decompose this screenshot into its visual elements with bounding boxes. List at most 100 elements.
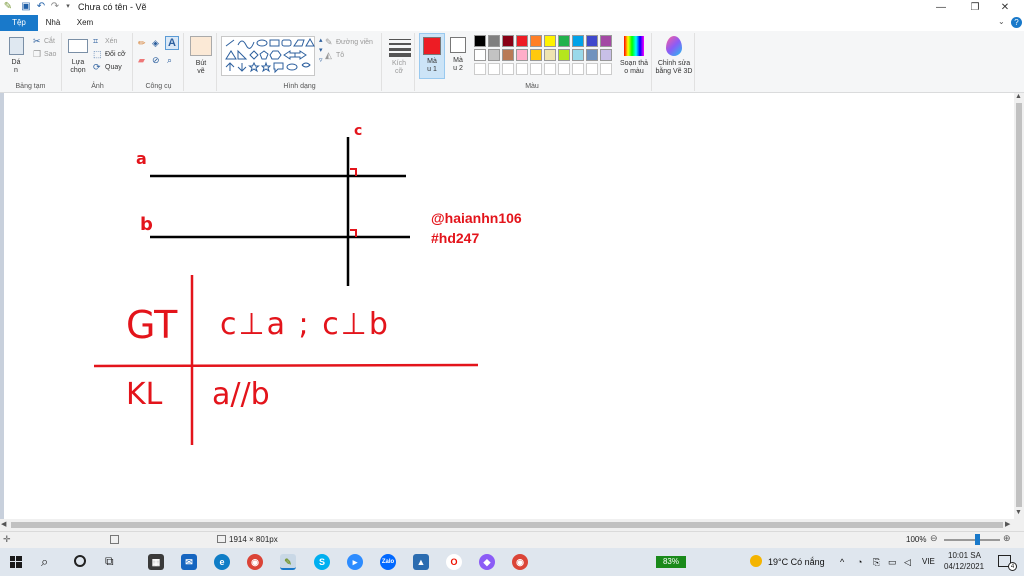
palette-empty-swatch[interactable] bbox=[544, 63, 556, 75]
size-button-line2[interactable]: cỡ bbox=[387, 68, 411, 76]
fill-dropdown[interactable]: Tô bbox=[336, 52, 344, 60]
resize-icon[interactable]: ⬚ bbox=[93, 49, 102, 59]
help-icon[interactable]: ? bbox=[1011, 17, 1022, 28]
select-icon[interactable] bbox=[68, 39, 88, 53]
select-button-line2[interactable]: chọn bbox=[65, 67, 91, 75]
pencil-icon[interactable]: ✏ bbox=[138, 38, 146, 48]
cut-icon[interactable]: ✂ bbox=[33, 36, 41, 46]
zoom-out-icon[interactable]: ⊖ bbox=[930, 533, 938, 544]
size-button[interactable]: Kích bbox=[387, 60, 411, 68]
palette-swatch[interactable] bbox=[516, 49, 528, 61]
color-picker-icon[interactable]: ⊘ bbox=[152, 55, 160, 65]
horizontal-scroll-thumb[interactable] bbox=[11, 522, 1003, 528]
palette-swatch[interactable] bbox=[502, 49, 514, 61]
palette-empty-swatch[interactable] bbox=[474, 63, 486, 75]
palette-swatch[interactable] bbox=[572, 35, 584, 47]
palette-swatch[interactable] bbox=[544, 35, 556, 47]
horizontal-scrollbar[interactable]: ◀ ▶ bbox=[0, 519, 1014, 531]
wifi-icon[interactable]: ◔ bbox=[857, 548, 862, 576]
close-button[interactable]: ✕ bbox=[988, 0, 1022, 15]
paste-icon[interactable] bbox=[9, 37, 24, 55]
magnifier-icon[interactable]: ⌕ bbox=[167, 55, 172, 65]
edit-colors-icon[interactable] bbox=[624, 36, 644, 56]
paint3d-button[interactable]: Chỉnh sửa bbox=[653, 60, 695, 68]
battery-icon[interactable]: ▭ bbox=[888, 548, 897, 576]
zalo-icon[interactable]: Zalo bbox=[380, 554, 396, 570]
drawing-canvas[interactable]: a b c @haianhn106 #hd247 GT c⊥a ; c⊥b KL… bbox=[4, 93, 1014, 519]
palette-empty-swatch[interactable] bbox=[516, 63, 528, 75]
calculator-icon[interactable]: ▦ bbox=[148, 554, 164, 570]
shapes-gallery[interactable] bbox=[221, 36, 315, 76]
palette-empty-swatch[interactable] bbox=[530, 63, 542, 75]
palette-swatch[interactable] bbox=[572, 49, 584, 61]
crop-icon[interactable]: ⌗ bbox=[93, 36, 98, 46]
chrome-icon[interactable]: ◉ bbox=[247, 554, 263, 570]
weather-status[interactable]: 19°C Có nắng bbox=[768, 548, 825, 576]
crop-button[interactable]: Xén bbox=[105, 38, 117, 46]
palette-empty-swatch[interactable] bbox=[572, 63, 584, 75]
copy-icon[interactable]: ❐ bbox=[33, 49, 41, 59]
zoom-slider-thumb[interactable] bbox=[974, 534, 980, 545]
palette-swatch[interactable] bbox=[488, 49, 500, 61]
redo-icon[interactable]: ↷ bbox=[49, 1, 61, 13]
palette-swatch[interactable] bbox=[474, 35, 486, 47]
rotate-button[interactable]: Quay bbox=[105, 64, 122, 72]
device-icon[interactable]: ⎘ bbox=[873, 548, 880, 576]
vertical-scroll-thumb[interactable] bbox=[1016, 103, 1022, 507]
brush-icon[interactable] bbox=[190, 36, 212, 56]
palette-swatch[interactable] bbox=[544, 49, 556, 61]
search-icon[interactable]: ⌕ bbox=[41, 554, 48, 570]
tab-home[interactable]: Nhà bbox=[40, 15, 66, 31]
palette-swatch[interactable] bbox=[586, 35, 598, 47]
customize-toolbar-chevron-icon[interactable]: ▾ bbox=[62, 1, 74, 13]
tab-view[interactable]: Xem bbox=[72, 15, 98, 31]
color1-button[interactable]: Mà u 1 bbox=[419, 33, 445, 79]
zoom-slider[interactable] bbox=[944, 539, 1000, 541]
resize-button[interactable]: Đổi cỡ bbox=[105, 51, 126, 59]
text-icon[interactable]: A bbox=[165, 36, 179, 50]
color2-button[interactable]: Mà u 2 bbox=[447, 33, 471, 79]
edit-colors-button[interactable]: Soạn thả bbox=[616, 60, 652, 68]
game-app-icon[interactable]: ◆ bbox=[479, 554, 495, 570]
paste-button-label2[interactable]: n bbox=[6, 67, 26, 75]
input-language[interactable]: VIE bbox=[922, 548, 935, 576]
palette-swatch[interactable] bbox=[586, 49, 598, 61]
palette-empty-swatch[interactable] bbox=[488, 63, 500, 75]
copy-button[interactable]: Sao bbox=[44, 51, 56, 59]
edge-icon[interactable]: e bbox=[214, 554, 230, 570]
battery-indicator[interactable]: 83% bbox=[656, 556, 686, 568]
minimize-button[interactable]: — bbox=[924, 0, 958, 15]
shape-gallery-scroll-icon[interactable]: ▴ ▾ ▿ bbox=[319, 36, 323, 66]
paste-button-label[interactable]: Dá bbox=[6, 59, 26, 67]
palette-empty-swatch[interactable] bbox=[502, 63, 514, 75]
task-view-icon[interactable]: ⧉ bbox=[105, 554, 114, 569]
fill-icon[interactable]: ◈ bbox=[152, 38, 159, 48]
palette-empty-swatch[interactable] bbox=[600, 63, 612, 75]
tab-file[interactable]: Tệp bbox=[0, 15, 38, 31]
fill-shape-icon[interactable]: ◭ bbox=[325, 50, 332, 60]
edit-colors-button-line2[interactable]: o màu bbox=[616, 68, 652, 76]
paint3d-icon[interactable] bbox=[666, 36, 682, 56]
palette-swatch[interactable] bbox=[502, 35, 514, 47]
palette-empty-swatch[interactable] bbox=[586, 63, 598, 75]
chrome-profile-icon[interactable]: ◉ bbox=[512, 554, 528, 570]
brushes-button[interactable]: Bút bbox=[189, 60, 213, 68]
cortana-icon[interactable] bbox=[74, 555, 86, 567]
scroll-up-icon[interactable]: ▲ bbox=[1015, 93, 1022, 100]
undo-icon[interactable]: ↶ bbox=[35, 1, 47, 13]
cut-button[interactable]: Cắt bbox=[44, 38, 55, 46]
skype-icon[interactable]: S bbox=[314, 554, 330, 570]
collapse-ribbon-icon[interactable]: ⌄ bbox=[998, 17, 1005, 26]
scroll-right-icon[interactable]: ▶ bbox=[1005, 520, 1010, 528]
sun-weather-icon[interactable] bbox=[750, 555, 762, 567]
clock-date[interactable]: 04/12/2021 bbox=[944, 562, 984, 572]
paint3d-button-line2[interactable]: bằng Vẽ 3D bbox=[653, 68, 695, 76]
rotate-icon[interactable]: ⟳ bbox=[93, 62, 101, 72]
scroll-left-icon[interactable]: ◀ bbox=[1, 520, 6, 528]
maximize-button[interactable]: ❐ bbox=[958, 0, 992, 15]
outline-dropdown[interactable]: Đường viền bbox=[336, 39, 373, 47]
scroll-down-icon[interactable]: ▼ bbox=[1015, 509, 1022, 516]
palette-swatch[interactable] bbox=[530, 49, 542, 61]
zoom-icon[interactable]: ▸ bbox=[347, 554, 363, 570]
outline-icon[interactable]: ✎ bbox=[325, 37, 333, 47]
